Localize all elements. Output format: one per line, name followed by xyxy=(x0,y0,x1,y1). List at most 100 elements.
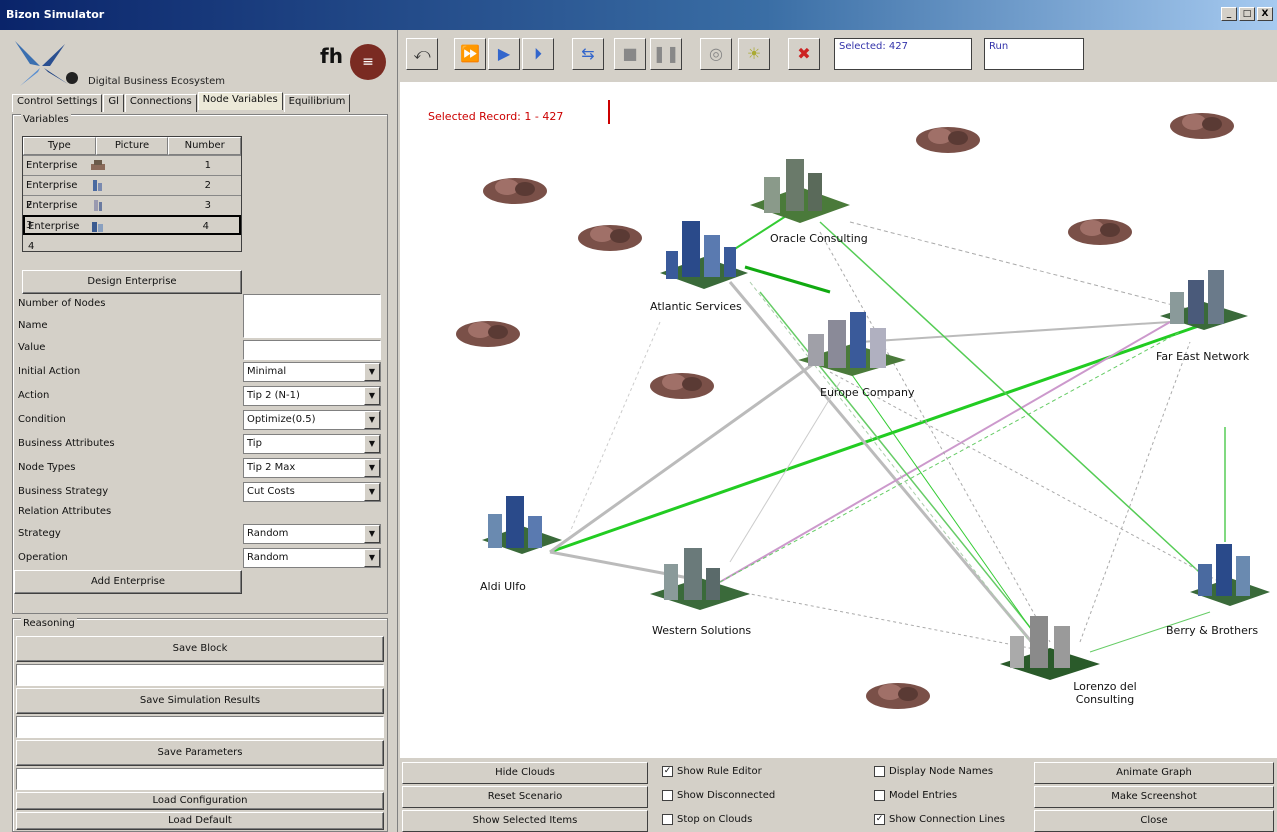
connection-line[interactable] xyxy=(1079,341,1191,643)
checkbox-box[interactable] xyxy=(874,766,885,777)
pause-icon[interactable]: ❚❚ xyxy=(650,38,682,70)
chevron-down-icon[interactable]: ▼ xyxy=(364,483,380,501)
stop-icon[interactable]: ■ xyxy=(614,38,646,70)
reasoning-field-3[interactable] xyxy=(16,768,384,790)
stop-on-clouds-checkbox[interactable]: Stop on Clouds xyxy=(662,814,752,825)
cloud-icon[interactable] xyxy=(650,373,714,399)
table-row[interactable]: Enterprise 1 xyxy=(23,155,241,175)
close-button[interactable]: X xyxy=(1257,7,1273,21)
chevron-down-icon[interactable]: ▼ xyxy=(364,363,380,381)
delete-icon[interactable]: ✖ xyxy=(788,38,820,70)
connection-line[interactable] xyxy=(729,381,841,563)
connection-line[interactable] xyxy=(739,591,1051,653)
design-enterprise-button[interactable]: Design Enterprise xyxy=(22,270,242,294)
table-row[interactable]: Enterprise 3 3 xyxy=(23,195,241,231)
enterprise-node-icon[interactable] xyxy=(1160,270,1248,330)
chevron-down-icon[interactable]: ▼ xyxy=(364,411,380,429)
reasoning-field-1[interactable] xyxy=(16,664,384,686)
connection-lines-checkbox[interactable]: ✓ Show Connection Lines xyxy=(874,814,1005,825)
strategy-2-select[interactable]: Random ▼ xyxy=(243,524,381,544)
value-field[interactable] xyxy=(243,340,381,360)
simulation-canvas[interactable]: Selected Record: 1 - 427 Oracle Consulti… xyxy=(400,82,1277,758)
tab-connections[interactable]: Connections xyxy=(124,94,197,112)
connection-line[interactable] xyxy=(759,291,1051,653)
enterprise-node-icon[interactable] xyxy=(650,548,750,610)
enterprise-node-icon[interactable] xyxy=(1190,544,1270,606)
checkbox-box[interactable] xyxy=(662,790,673,801)
strategy-select[interactable]: Cut Costs ▼ xyxy=(243,482,381,502)
rule-editor-checkbox[interactable]: ✓ Show Rule Editor xyxy=(662,766,762,777)
back-icon[interactable]: ⤺ xyxy=(406,38,438,70)
enterprise-node-icon[interactable] xyxy=(798,312,906,376)
close-app-button[interactable]: Close xyxy=(1034,810,1274,832)
chevron-down-icon[interactable]: ▼ xyxy=(364,459,380,477)
operation-select[interactable]: Random ▼ xyxy=(243,548,381,568)
action-select[interactable]: Tip 2 (N-1) ▼ xyxy=(243,386,381,406)
make-screenshot-button[interactable]: Make Screenshot xyxy=(1034,786,1274,808)
animate-graph-button[interactable]: Animate Graph xyxy=(1034,762,1274,784)
chevron-down-icon[interactable]: ▼ xyxy=(364,549,380,567)
tab-equilibrium[interactable]: Equilibrium xyxy=(283,94,351,112)
connection-line[interactable] xyxy=(569,321,661,533)
connection-line[interactable] xyxy=(819,221,1211,583)
load-configuration-button[interactable]: Load Configuration xyxy=(16,792,384,810)
save-parameters-button[interactable]: Save Parameters xyxy=(16,740,384,766)
condition-select[interactable]: Optimize(0.5) ▼ xyxy=(243,410,381,430)
number-of-nodes-field[interactable] xyxy=(243,294,381,338)
menu-circle-icon[interactable]: ≡ xyxy=(350,44,386,80)
connection-line[interactable] xyxy=(829,371,1221,583)
enterprise-node-icon[interactable] xyxy=(750,159,850,223)
step-icon[interactable]: ⏵ xyxy=(522,38,554,70)
shuffle-icon[interactable]: ⇆ xyxy=(572,38,604,70)
play-icon[interactable]: ▶ xyxy=(488,38,520,70)
cloud-icon[interactable] xyxy=(1170,113,1234,139)
checkbox-box[interactable] xyxy=(874,790,885,801)
column-type[interactable]: Type xyxy=(23,137,96,155)
connection-line[interactable] xyxy=(744,265,831,294)
maximize-button[interactable]: □ xyxy=(1239,7,1255,21)
column-number[interactable]: Number xyxy=(168,137,242,155)
cloud-icon[interactable] xyxy=(866,683,930,709)
connection-line[interactable] xyxy=(819,231,1051,643)
cloud-icon[interactable] xyxy=(483,178,547,204)
cloud-icon[interactable] xyxy=(916,127,980,153)
hide-clouds-button[interactable]: Hide Clouds xyxy=(402,762,648,784)
tab-control-settings[interactable]: Control Settings xyxy=(12,94,103,112)
cloud-icon[interactable] xyxy=(1068,219,1132,245)
chevron-down-icon[interactable]: ▼ xyxy=(364,435,380,453)
checkbox-box[interactable]: ✓ xyxy=(662,766,673,777)
column-picture[interactable]: Picture xyxy=(95,137,169,155)
checkbox-box[interactable] xyxy=(662,814,673,825)
table-row[interactable]: Enterprise 2 2 xyxy=(23,175,241,211)
minimize-button[interactable]: _ xyxy=(1221,7,1237,21)
connection-line[interactable] xyxy=(719,321,1171,583)
tab-node-variables[interactable]: Node Variables xyxy=(197,92,283,110)
chevron-down-icon[interactable]: ▼ xyxy=(364,525,380,543)
enterprise-node-icon[interactable] xyxy=(1000,616,1100,680)
tab-gl[interactable]: Gl xyxy=(103,94,124,112)
save-results-button[interactable]: Save Simulation Results xyxy=(16,688,384,714)
save-block-button[interactable]: Save Block xyxy=(16,636,384,662)
show-selected-button[interactable]: Show Selected Items xyxy=(402,810,648,832)
cloud-icon[interactable] xyxy=(456,321,520,347)
node-types-select[interactable]: Tip 2 Max ▼ xyxy=(243,458,381,478)
target-icon[interactable]: ◎ xyxy=(700,38,732,70)
connection-line[interactable] xyxy=(859,321,1171,343)
model-entries-checkbox[interactable]: Model Entries xyxy=(874,790,957,801)
enterprise-node-icon[interactable] xyxy=(482,496,562,554)
cloud-icon[interactable] xyxy=(578,225,642,251)
reset-scenario-button[interactable]: Reset Scenario xyxy=(402,786,648,808)
enterprise-node-icon[interactable] xyxy=(660,221,748,289)
reasoning-field-2[interactable] xyxy=(16,716,384,738)
disconnected-checkbox[interactable]: Show Disconnected xyxy=(662,790,775,801)
node-names-checkbox[interactable]: Display Node Names xyxy=(874,766,993,777)
business-attributes-select[interactable]: Tip ▼ xyxy=(243,434,381,454)
fast-forward-icon[interactable]: ⏩ xyxy=(454,38,486,70)
chevron-down-icon[interactable]: ▼ xyxy=(364,387,380,405)
checkbox-box[interactable]: ✓ xyxy=(874,814,885,825)
initial-action-select[interactable]: Minimal ▼ xyxy=(243,362,381,382)
table-row[interactable]: Enterprise 4 4 xyxy=(23,215,241,252)
bulb-icon[interactable]: ☀ xyxy=(738,38,770,70)
add-enterprise-button[interactable]: Add Enterprise xyxy=(14,570,242,594)
connection-line[interactable] xyxy=(749,281,1031,643)
